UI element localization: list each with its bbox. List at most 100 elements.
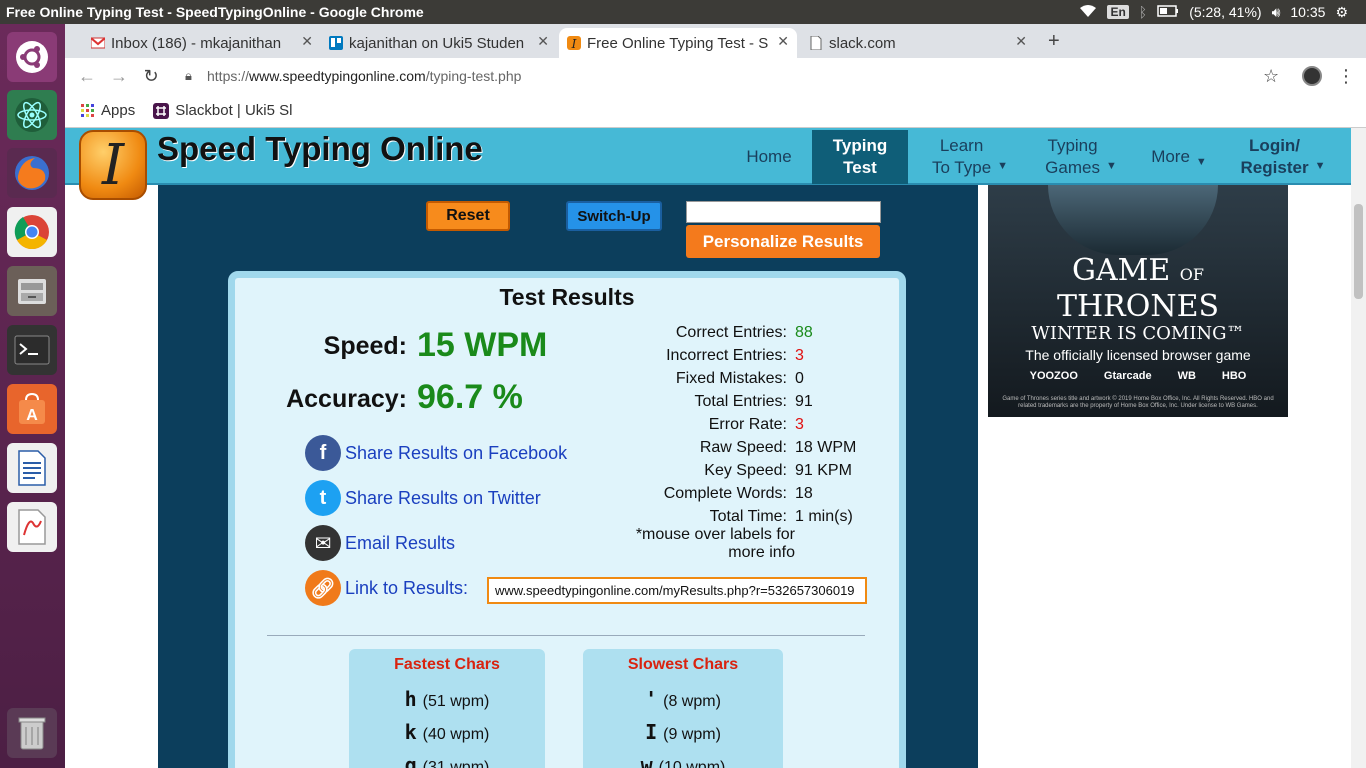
url-host: www.speedtypingonline.com (249, 68, 426, 84)
atom-editor-icon[interactable] (7, 90, 57, 140)
tab-trello[interactable]: kajanithan on Uki5 Studen ✕ (321, 28, 557, 58)
stat-value: 3 (795, 416, 804, 433)
bookmark-star-icon[interactable]: ☆ (1263, 66, 1279, 87)
battery-icon[interactable] (1157, 4, 1179, 20)
stat-label[interactable]: Fixed Mistakes: (605, 370, 795, 388)
reset-button[interactable]: Reset (426, 201, 510, 231)
ad-artwork (1048, 185, 1218, 255)
char-speed: (40 wpm) (422, 726, 490, 743)
close-tab-icon[interactable]: ✕ (537, 33, 549, 50)
nav-login-register[interactable]: Login/Register ▼ (1235, 130, 1331, 184)
email-results-label: Email Results (345, 532, 456, 553)
url-path: /typing-test.php (425, 68, 522, 84)
name-input[interactable] (686, 201, 881, 223)
svg-text:A: A (26, 407, 38, 424)
email-results-link[interactable]: ✉ Email Results (305, 525, 455, 561)
stat-value: 91 (795, 393, 813, 410)
wb-logo: WB (1177, 370, 1196, 382)
document-viewer-icon[interactable] (7, 502, 57, 552)
speed-label[interactable]: Speed: (247, 332, 407, 361)
slowest-chars-box: Slowest Chars ' (8 wpm) I (9 wpm) w (10 wpm) (583, 649, 783, 768)
accuracy-label[interactable]: Accuracy: (247, 385, 407, 414)
nav-typing-games[interactable]: Typing Games ▼ (1040, 130, 1122, 184)
switch-up-button[interactable]: Switch-Up (566, 201, 662, 231)
forward-icon[interactable]: → (103, 66, 135, 87)
ad-title-line: GAME (1071, 253, 1171, 288)
nav-label: Typing (1047, 136, 1098, 155)
menu-kebab-icon[interactable]: ⋮ (1337, 66, 1355, 87)
close-tab-icon[interactable]: ✕ (1015, 33, 1027, 50)
site-header: I Speed Typing Online Home Typing Test Le… (65, 128, 1351, 200)
stat-label[interactable]: Error Rate: (605, 416, 795, 434)
nav-home[interactable]: Home (735, 130, 803, 184)
tab-gmail[interactable]: Inbox (186) - mkajanithan ✕ (83, 28, 321, 58)
stat-label[interactable]: Total Time: (605, 508, 795, 526)
bookmark-slackbot[interactable]: Slackbot | Uki5 Sl (153, 102, 292, 119)
close-tab-icon[interactable]: ✕ (777, 33, 789, 50)
new-tab-icon[interactable]: + (1048, 30, 1060, 53)
trello-icon (329, 36, 343, 50)
page-icon (810, 36, 822, 50)
nav-typing-test[interactable]: Typing Test (812, 130, 908, 184)
nav-more[interactable]: More ▼ (1147, 130, 1211, 184)
apps-grid-icon (81, 103, 94, 117)
site-name[interactable]: Speed Typing Online (157, 130, 483, 168)
avatar[interactable] (1302, 66, 1322, 86)
stat-row: Complete Words: 18 (605, 485, 865, 503)
nav-learn-to-type[interactable]: Learn To Type ▼ (925, 130, 1015, 184)
writer-icon[interactable] (7, 443, 57, 493)
game-of-thrones-ad[interactable]: GAME OF THRONES WINTER IS COMING™ The off… (988, 185, 1288, 417)
files-icon[interactable] (7, 266, 57, 316)
software-center-icon[interactable]: A (7, 384, 57, 434)
system-tray: En ᛒ (5:28, 41%) 🔊︎ 10:35 ⚙ (1079, 4, 1366, 21)
typing-test-panel: Reset Switch-Up Personalize Results Test… (158, 185, 978, 768)
note-line: more info (728, 544, 795, 561)
tab-label: Inbox (186) - mkajanithan (111, 34, 282, 52)
page-scrollbar[interactable] (1351, 128, 1366, 768)
system-top-bar: Free Online Typing Test - SpeedTypingOnl… (0, 0, 1366, 24)
tab-slack[interactable]: slack.com ✕ (801, 28, 1035, 58)
mouse-over-note: *mouse over labels for more info (615, 526, 795, 562)
bookmark-apps[interactable]: Apps (81, 102, 135, 119)
power-icon[interactable]: ⚙ (1335, 4, 1348, 21)
stat-value: 18 (795, 485, 813, 502)
wifi-icon[interactable] (1079, 4, 1097, 21)
char-glyph: h (404, 687, 417, 711)
clock[interactable]: 10:35 (1290, 4, 1325, 20)
speed-value: 15 WPM (417, 326, 548, 364)
stat-value: 0 (795, 370, 804, 387)
stat-label[interactable]: Correct Entries: (605, 324, 795, 342)
logo-letter: I (101, 132, 125, 198)
chrome-icon[interactable] (7, 207, 57, 257)
tab-speedtyping[interactable]: I Free Online Typing Test - S ✕ (559, 28, 797, 58)
volume-icon[interactable]: 🔊︎ (1272, 4, 1281, 21)
stat-label[interactable]: Key Speed: (605, 462, 795, 480)
keyboard-lang-indicator[interactable]: En (1107, 5, 1129, 19)
terminal-icon[interactable] (7, 325, 57, 375)
scrollbar-thumb[interactable] (1354, 204, 1363, 299)
stat-value: 88 (795, 324, 813, 341)
close-tab-icon[interactable]: ✕ (301, 33, 313, 50)
stat-label[interactable]: Incorrect Entries: (605, 347, 795, 365)
stat-row: Key Speed: 91 KPM (605, 462, 865, 480)
reload-icon[interactable]: ↻ (135, 66, 167, 87)
ubuntu-dash-icon[interactable] (7, 32, 57, 82)
stat-label[interactable]: Total Entries: (605, 393, 795, 411)
trash-icon[interactable] (7, 708, 57, 758)
share-twitter-link[interactable]: t Share Results on Twitter (305, 480, 541, 516)
personalize-results-button[interactable]: Personalize Results (686, 225, 880, 258)
url-field[interactable]: https://www.speedtypingonline.com/typing… (207, 68, 521, 84)
stat-label[interactable]: Raw Speed: (605, 439, 795, 457)
link-to-results-label: Link to Results: (345, 577, 469, 598)
share-facebook-link[interactable]: f Share Results on Facebook (305, 435, 567, 471)
lock-icon[interactable]: 🔒︎ (185, 68, 192, 84)
test-results-box: Test Results Speed: 15 WPM Accuracy: 96.… (228, 271, 906, 768)
bluetooth-icon[interactable]: ᛒ (1139, 4, 1147, 20)
results-link-field[interactable]: www.speedtypingonline.com/myResults.php?… (487, 577, 867, 604)
back-icon[interactable]: ← (71, 66, 103, 87)
firefox-icon[interactable] (7, 148, 57, 198)
nav-label: To Type (931, 158, 992, 177)
stat-label[interactable]: Complete Words: (605, 485, 795, 503)
ad-title-of: OF (1179, 265, 1204, 284)
site-logo[interactable]: I (79, 130, 147, 200)
